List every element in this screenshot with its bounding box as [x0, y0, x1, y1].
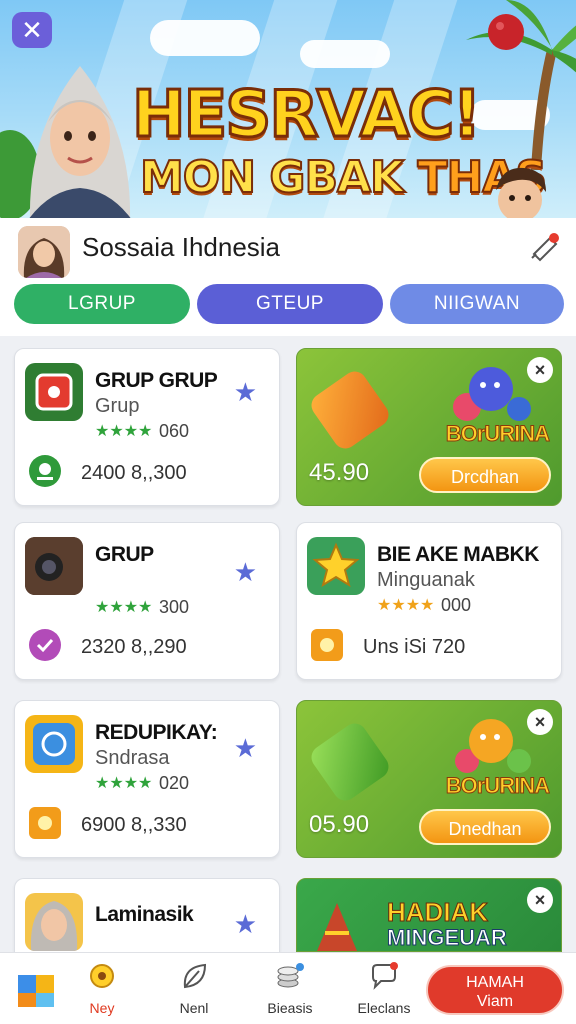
- group-card[interactable]: REDUPIKAY: Sndrasa ★★★★ 020 ★ 6900 8,,33…: [14, 700, 280, 858]
- rating-count: 020: [159, 773, 190, 793]
- rating-count: 000: [441, 595, 472, 615]
- nav-label: Ney: [89, 1000, 115, 1016]
- group-card[interactable]: Laminasik ★: [14, 878, 280, 952]
- cta-line1: HAMAH: [466, 974, 524, 991]
- leaf-icon: [183, 963, 207, 989]
- app-header: Sossaia Ihdnesia LGRUP GTEUP NIIGWAN: [0, 218, 576, 336]
- app-icon: [25, 715, 83, 773]
- ad-brand: BOrURINA: [445, 421, 550, 447]
- cloud: [300, 40, 390, 68]
- star-icon[interactable]: ★: [234, 733, 257, 764]
- flower-icon: [90, 964, 114, 988]
- rating-stars: ★★★★: [377, 597, 435, 614]
- ticket-icon: [306, 718, 394, 806]
- ad-brand: BOrURINA: [445, 773, 550, 799]
- star-icon[interactable]: ★: [234, 377, 257, 408]
- palm-tree: [466, 0, 576, 170]
- tab-niigwan[interactable]: NIIGWAN: [390, 284, 564, 324]
- group-card[interactable]: GRUP ★★★★ 300 ★ 2320 8,,290: [14, 522, 280, 680]
- rating-count: 060: [159, 421, 190, 441]
- download-button[interactable]: Drcdhan: [419, 457, 551, 493]
- nav-label: Nenl: [179, 1000, 209, 1016]
- bottom-navigation: Ney Nenl Bieasis Eleclans HAMAH Viam: [0, 952, 576, 1024]
- card-footer-stats: Uns iSi 720: [363, 636, 466, 658]
- ad-price: 45.90: [309, 459, 370, 486]
- card-subtitle: Sndrasa: [95, 747, 170, 769]
- ticket-icon: [306, 366, 394, 454]
- ad-brand: HADIAK: [386, 897, 489, 928]
- card-title: REDUPIKAY:: [95, 721, 218, 744]
- game-ad[interactable]: BOrURINA × 05.90 Dnedhan: [296, 700, 562, 858]
- check-icon: [29, 629, 61, 661]
- cloud: [150, 20, 260, 56]
- banner-subtitle-part: MON GBAK: [139, 151, 418, 204]
- tab-label: NIIGWAN: [433, 293, 521, 314]
- close-icon[interactable]: ✕: [12, 12, 52, 48]
- game-ad[interactable]: BOrURINA × 45.90 Drcdhan: [296, 348, 562, 506]
- ad-brand-sub: MINGEUAR: [387, 925, 508, 951]
- card-footer-stats: 2400 8,,300: [81, 462, 187, 484]
- balls-illustration: [455, 719, 531, 773]
- star-icon[interactable]: ★: [234, 909, 257, 940]
- camera-icon: [25, 537, 83, 595]
- close-icon[interactable]: ×: [527, 357, 553, 383]
- nav-label: Eleclans: [357, 1000, 411, 1016]
- rating-stars: ★★★★: [95, 423, 153, 440]
- bell-icon[interactable]: [528, 230, 562, 264]
- avatar-icon: [25, 893, 83, 951]
- chat-icon: [372, 962, 398, 990]
- game-card[interactable]: BIE AKE MABKK Minguanak ★★★★ 000 Uns iSi…: [296, 522, 562, 680]
- sun-icon: [29, 807, 61, 839]
- cta-button[interactable]: HAMAH Viam: [426, 965, 564, 1015]
- boy-illustration: [496, 167, 546, 218]
- game-ad[interactable]: HADIAK MINGEUAR ×: [296, 878, 562, 952]
- star-icon[interactable]: ★: [234, 557, 257, 588]
- card-title: BIE AKE MABKK: [377, 543, 539, 566]
- nav-label: Bieasis: [267, 1000, 313, 1016]
- promo-banner[interactable]: ✕ HESRVAC! MON GBAK THAS: [0, 0, 576, 218]
- nav-nenl[interactable]: Nenl: [152, 961, 236, 1016]
- card-title: Laminasik: [95, 903, 194, 926]
- banner-subtitle: MON GBAK THAS: [139, 151, 548, 204]
- page-title: Sossaia Ihdnesia: [82, 232, 281, 262]
- nav-bieasis[interactable]: Bieasis: [248, 961, 332, 1016]
- group-card[interactable]: GRUP GRUP Grup ★★★★ 060 ★ 2400 8,,300: [14, 348, 280, 506]
- coins-icon: [277, 963, 304, 988]
- close-icon[interactable]: ×: [527, 887, 553, 913]
- card-title: GRUP: [95, 543, 154, 566]
- rating-count: 300: [159, 597, 190, 617]
- tab-lgrup[interactable]: LGRUP: [14, 284, 190, 324]
- ad-price: 05.90: [309, 811, 370, 838]
- red-square-icon: [25, 363, 83, 421]
- banner-title: HESRVAC!: [131, 77, 484, 154]
- download-button[interactable]: Dnedhan: [419, 809, 551, 845]
- tab-label: GTEUP: [256, 293, 324, 314]
- card-footer-stats: 6900 8,,330: [81, 814, 187, 836]
- cube-icon: [18, 975, 54, 1007]
- card-subtitle: Grup: [95, 395, 140, 417]
- profile-avatar[interactable]: [18, 226, 70, 278]
- close-icon[interactable]: ×: [527, 709, 553, 735]
- tab-label: LGRUP: [68, 293, 136, 314]
- rating-stars: ★★★★: [95, 775, 153, 792]
- card-title: GRUP GRUP: [95, 369, 218, 392]
- sun-icon: [311, 629, 343, 661]
- nav-ney[interactable]: Ney: [60, 961, 144, 1016]
- star-icon: [307, 537, 365, 595]
- woman-avatar-illustration: [29, 66, 131, 218]
- rating-stars: ★★★★: [95, 599, 153, 616]
- balls-illustration: [453, 367, 531, 421]
- location-icon: [29, 455, 61, 487]
- tab-gteup[interactable]: GTEUP: [197, 284, 383, 324]
- nav-eleclans[interactable]: Eleclans: [342, 961, 426, 1016]
- rocket-icon: [317, 903, 357, 951]
- cta-line2: Viam: [476, 993, 514, 1010]
- card-subtitle: Minguanak: [377, 569, 475, 591]
- card-footer-stats: 2320 8,,290: [81, 636, 187, 658]
